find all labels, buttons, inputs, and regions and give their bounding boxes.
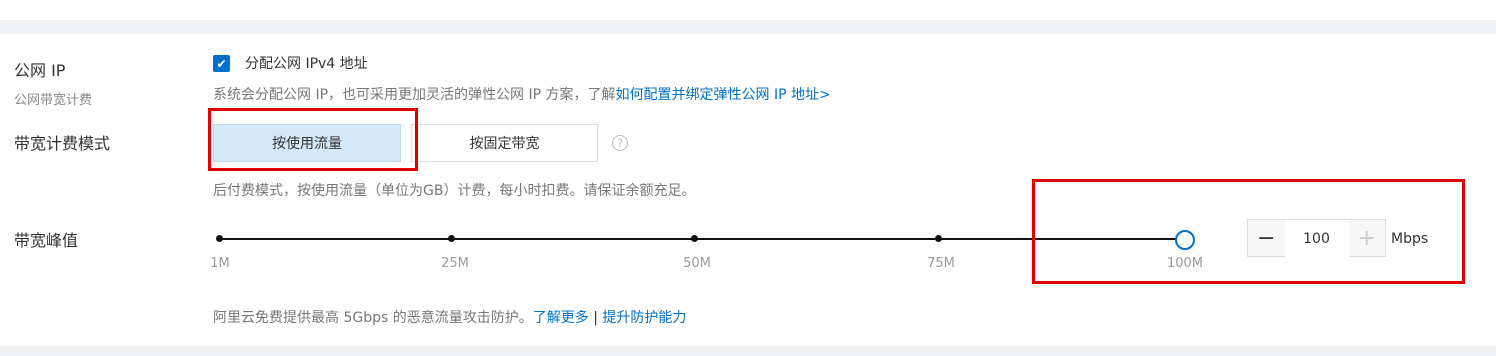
decrement-button[interactable]: − bbox=[1248, 220, 1285, 256]
slider-tick-label: 75M bbox=[927, 256, 955, 271]
increment-button[interactable]: + bbox=[1348, 220, 1385, 256]
billing-mode-description: 后付费模式，按使用流量（单位为GB）计费，每小时扣费。请保证余额充足。 bbox=[213, 183, 696, 199]
pay-by-bandwidth-button[interactable]: 按固定带宽 bbox=[411, 124, 598, 162]
pay-by-traffic-button[interactable]: 按使用流量 bbox=[213, 124, 401, 162]
configure-eip-link[interactable]: 如何配置并绑定弹性公网 IP 地址> bbox=[616, 87, 831, 103]
slider-tick-label: 50M bbox=[683, 256, 711, 271]
protection-text: 阿里云免费提供最高 5Gbps 的恶意流量攻击防护。 bbox=[213, 310, 533, 326]
top-section-divider bbox=[0, 20, 1496, 34]
public-ip-label: 公网 IP bbox=[14, 61, 66, 80]
billing-mode-label: 带宽计费模式 bbox=[14, 134, 111, 153]
link-separator: | bbox=[593, 310, 598, 326]
help-icon[interactable]: ? bbox=[612, 135, 628, 151]
slider-tick-dot bbox=[216, 235, 223, 242]
bandwidth-slider-track[interactable] bbox=[219, 238, 1185, 240]
public-ip-description-text: 系统会分配公网 IP，也可采用更加灵活的弹性公网 IP 方案，了解 bbox=[213, 87, 616, 103]
bandwidth-stepper: − + bbox=[1247, 219, 1386, 258]
bandwidth-value-input[interactable] bbox=[1284, 220, 1349, 258]
assign-ipv4-checkbox[interactable]: ✔ bbox=[213, 55, 230, 72]
slider-tick-dot bbox=[448, 235, 455, 242]
bandwidth-unit: Mbps bbox=[1391, 231, 1429, 247]
public-ip-description: 系统会分配公网 IP，也可采用更加灵活的弹性公网 IP 方案，了解如何配置并绑定… bbox=[213, 84, 831, 104]
assign-ipv4-label[interactable]: 分配公网 IPv4 地址 bbox=[245, 53, 368, 73]
protection-info: 阿里云免费提供最高 5Gbps 的恶意流量攻击防护。了解更多 | 提升防护能力 bbox=[213, 307, 686, 327]
slider-tick-label: 100M bbox=[1166, 256, 1204, 271]
bandwidth-slider-handle[interactable] bbox=[1175, 230, 1195, 250]
slider-tick-label: 1M bbox=[210, 256, 230, 271]
slider-tick-dot bbox=[935, 235, 942, 242]
bandwidth-peak-label: 带宽峰值 bbox=[14, 231, 79, 250]
bottom-section-divider bbox=[0, 346, 1496, 356]
upgrade-protection-link[interactable]: 提升防护能力 bbox=[602, 310, 686, 326]
slider-tick-label: 25M bbox=[441, 256, 469, 271]
public-bandwidth-billing-label: 公网带宽计费 bbox=[14, 93, 93, 108]
learn-more-link[interactable]: 了解更多 bbox=[533, 310, 589, 326]
check-icon: ✔ bbox=[216, 56, 227, 71]
slider-tick-dot bbox=[691, 235, 698, 242]
